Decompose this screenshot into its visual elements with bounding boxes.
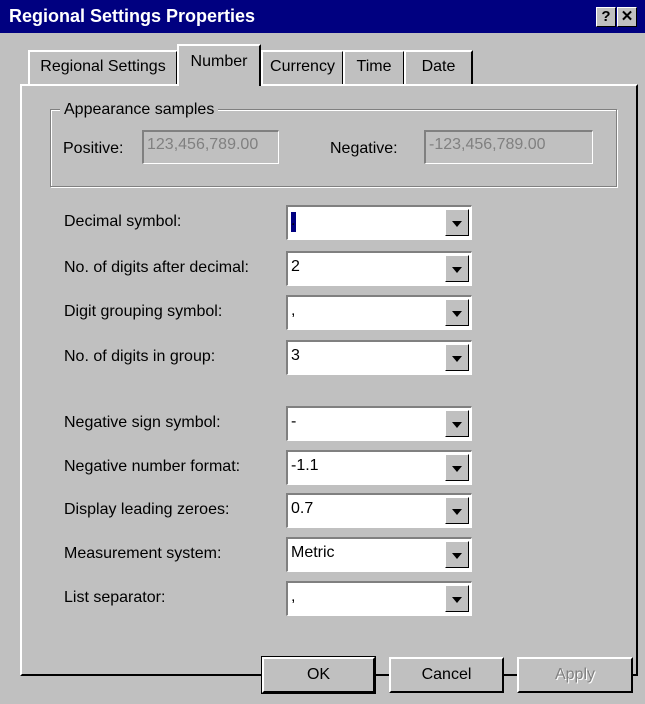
tab-time[interactable]: Time <box>343 50 405 85</box>
negative-number-format-label: Negative number format: <box>64 458 241 475</box>
digits-after-decimal-label: No. of digits after decimal: <box>64 259 249 276</box>
chevron-down-icon[interactable] <box>445 209 469 236</box>
negative-sign-symbol-label: Negative sign symbol: <box>64 414 221 431</box>
digits-in-group-combo[interactable]: 3 <box>286 340 472 375</box>
ok-button[interactable]: OK <box>261 656 376 694</box>
digit-grouping-symbol-label: Digit grouping symbol: <box>64 303 223 320</box>
digits-after-decimal-combo[interactable]: 2 <box>286 251 472 286</box>
positive-label: Positive: <box>63 140 124 157</box>
decimal-symbol-value: . <box>291 212 296 229</box>
measurement-system-label: Measurement system: <box>64 545 222 562</box>
decimal-symbol-combo[interactable]: . <box>286 205 472 240</box>
chevron-down-icon[interactable] <box>445 497 469 524</box>
chevron-down-icon[interactable] <box>445 585 469 612</box>
negative-sign-symbol-value: - <box>291 413 297 430</box>
measurement-system-combo[interactable]: Metric <box>286 537 472 572</box>
list-separator-combo[interactable]: , <box>286 581 472 616</box>
tab-number[interactable]: Number <box>177 44 261 86</box>
help-button[interactable]: ? <box>596 7 616 27</box>
close-button[interactable]: ✕ <box>617 7 637 27</box>
regional-settings-window: Regional Settings Properties ? ✕ Regiona… <box>0 0 645 704</box>
chevron-down-icon[interactable] <box>445 299 469 326</box>
chevron-down-icon[interactable] <box>445 344 469 371</box>
digit-grouping-symbol-combo[interactable]: , <box>286 295 472 330</box>
tab-regional-settings[interactable]: Regional Settings <box>28 50 178 85</box>
negative-number-format-value: -1.1 <box>291 457 319 474</box>
decimal-symbol-label: Decimal symbol: <box>64 213 182 230</box>
appearance-samples-title: Appearance samples <box>60 101 219 119</box>
window-title: Regional Settings Properties <box>9 6 256 26</box>
digits-in-group-label: No. of digits in group: <box>64 348 216 365</box>
apply-button[interactable]: Apply <box>517 657 633 693</box>
leading-zeroes-label: Display leading zeroes: <box>64 501 230 518</box>
positive-sample-field: 123,456,789.00 <box>142 130 279 164</box>
chevron-down-icon[interactable] <box>445 454 469 481</box>
digit-grouping-symbol-value: , <box>291 302 296 319</box>
chevron-down-icon[interactable] <box>445 255 469 282</box>
chevron-down-icon[interactable] <box>445 410 469 437</box>
negative-sample-field: -123,456,789.00 <box>424 130 593 164</box>
leading-zeroes-value: 0.7 <box>291 500 314 517</box>
digits-in-group-value: 3 <box>291 347 300 364</box>
tab-date[interactable]: Date <box>404 50 473 85</box>
digits-after-decimal-value: 2 <box>291 258 300 275</box>
list-separator-value: , <box>291 588 296 605</box>
leading-zeroes-combo[interactable]: 0.7 <box>286 493 472 528</box>
negative-label: Negative: <box>330 140 398 157</box>
negative-sign-symbol-combo[interactable]: - <box>286 406 472 441</box>
tab-currency[interactable]: Currency <box>261 50 344 85</box>
list-separator-label: List separator: <box>64 589 166 606</box>
cancel-button[interactable]: Cancel <box>389 657 504 693</box>
negative-number-format-combo[interactable]: -1.1 <box>286 450 472 485</box>
chevron-down-icon[interactable] <box>445 541 469 568</box>
title-bar[interactable]: Regional Settings Properties ? ✕ <box>0 0 645 33</box>
measurement-system-value: Metric <box>291 544 335 561</box>
